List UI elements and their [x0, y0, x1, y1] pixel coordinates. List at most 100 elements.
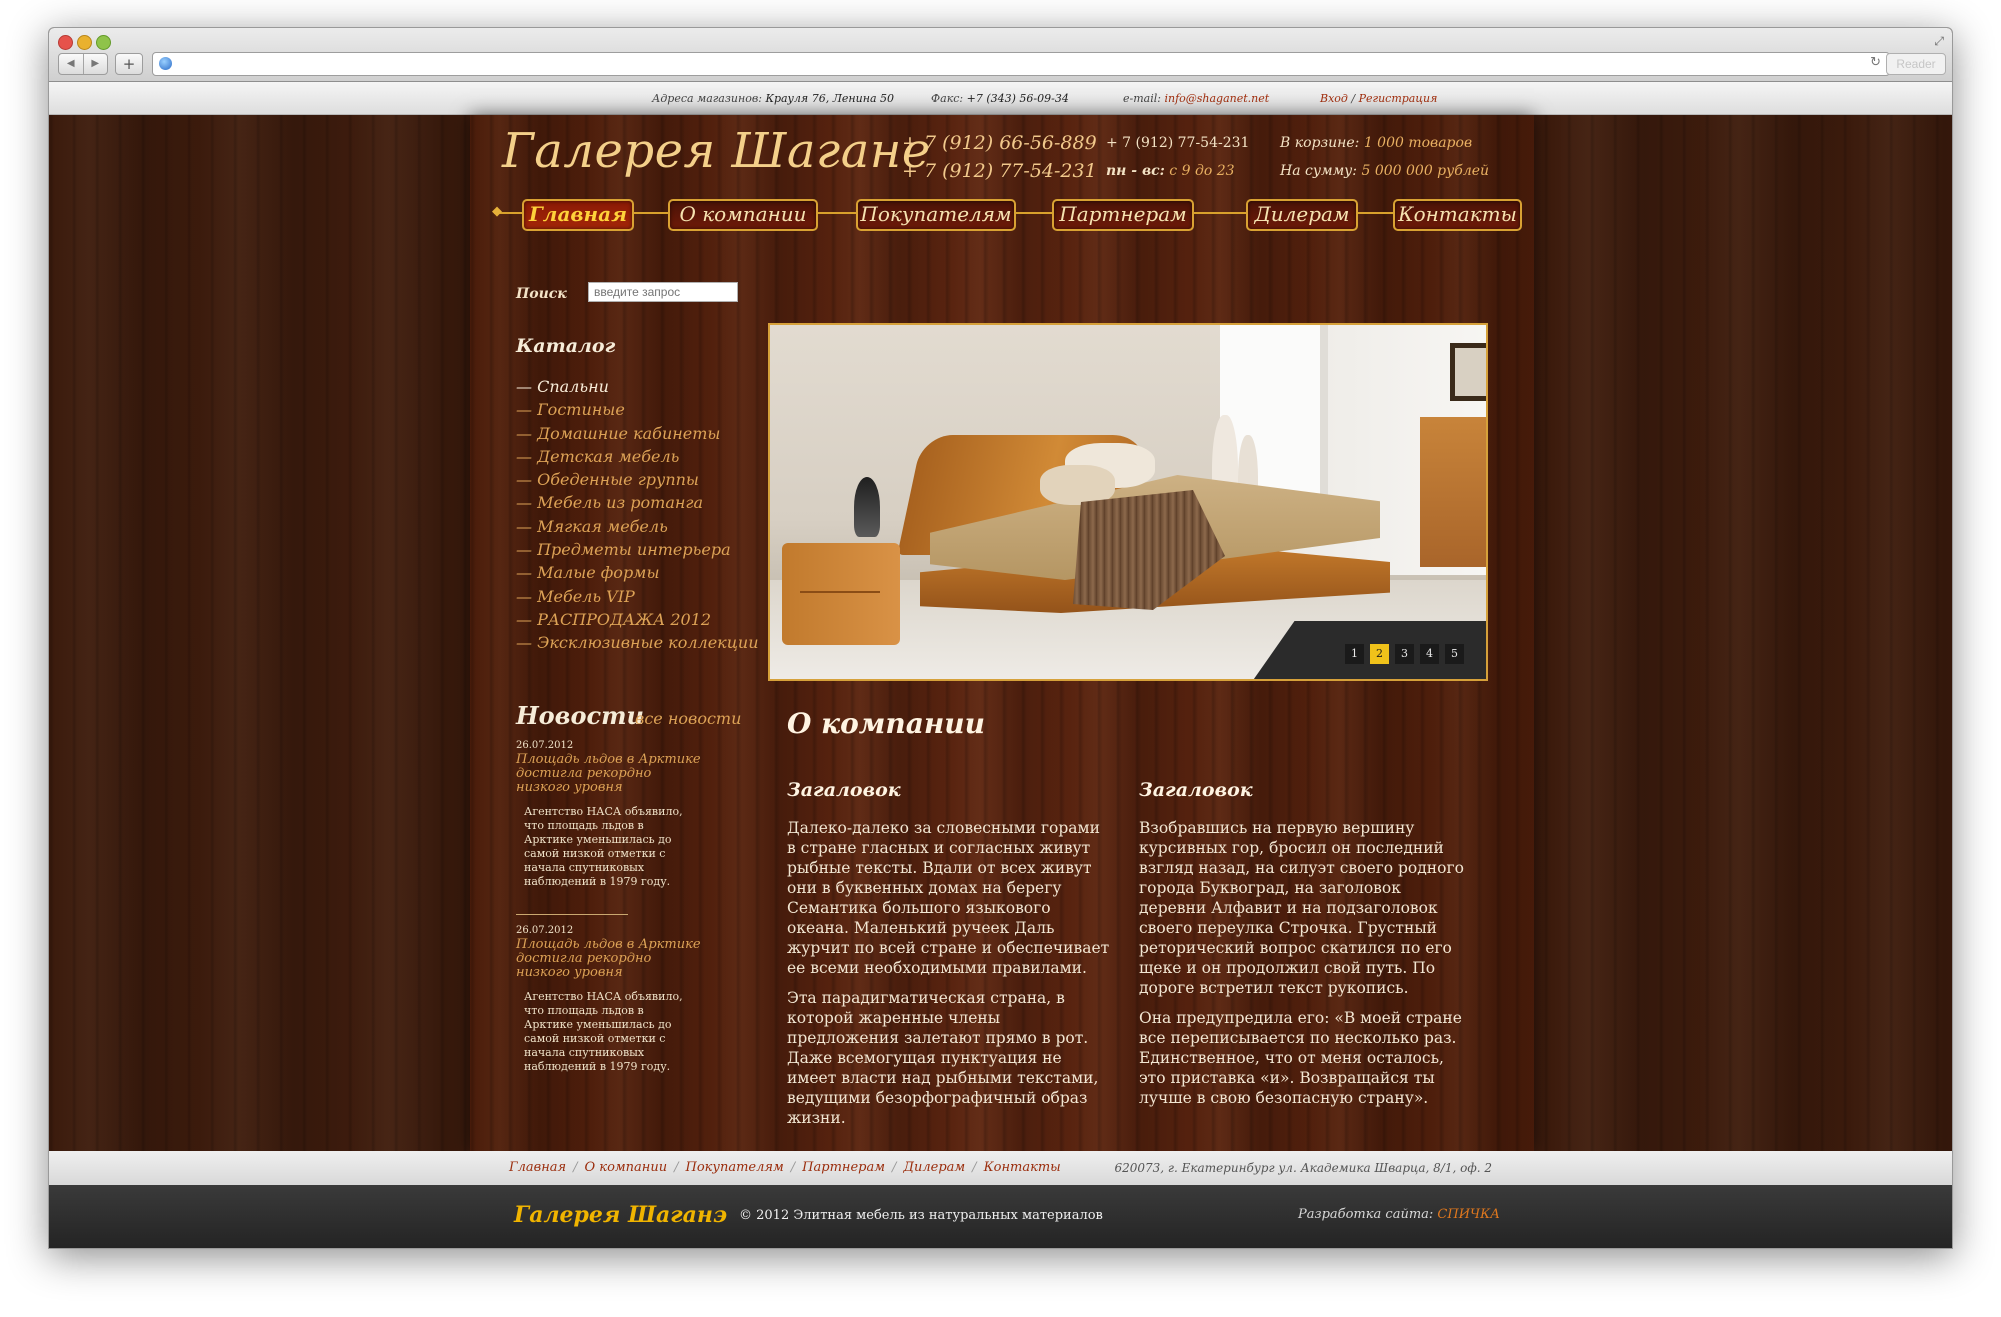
site-background: Галерея Шагане + 7 (912) 66-56-889 + 7 (…: [49, 115, 1952, 1151]
close-window-button[interactable]: [58, 35, 73, 50]
developer-link[interactable]: СПИЧКА: [1437, 1207, 1500, 1222]
auth-separator: /: [1351, 92, 1356, 105]
slider-page-5[interactable]: 5: [1445, 644, 1464, 664]
fax-value: +7 (343) 56-09-34: [966, 92, 1069, 105]
slider-page-2[interactable]: 2: [1370, 644, 1389, 664]
catalog-item-rattan[interactable]: — Мебель из ротанга: [516, 491, 759, 514]
store-address-label: Адреса магазинов:: [652, 92, 762, 105]
news-divider: [516, 914, 628, 915]
slider-page-1[interactable]: 1: [1345, 644, 1364, 664]
header-contacts: + 7 (912) 77-54-231 пн - вс: с 9 до 23: [1106, 129, 1249, 185]
footer-link-about[interactable]: О компании: [585, 1160, 668, 1175]
bedroom-slider-image[interactable]: 1 2 3 4 5: [768, 323, 1488, 681]
phone-2: + 7 (912) 77-54-231: [902, 160, 1097, 182]
search-input[interactable]: [588, 282, 738, 302]
news-item: 26.07.2012 Площадь льдов в Арктике дости…: [516, 739, 706, 889]
email: e-mail: info@shaganet.net: [1123, 92, 1269, 105]
news-title: Новости: [516, 701, 644, 730]
history-buttons: ◀ ▶: [58, 53, 108, 75]
catalog-item-exclusive[interactable]: — Эксклюзивные коллекции: [516, 631, 759, 654]
footer-copyright: © 2012 Элитная мебель из натуральных мат…: [739, 1208, 1103, 1223]
nav-about[interactable]: О компании: [668, 199, 818, 231]
catalog-item-kids[interactable]: — Детская мебель: [516, 445, 759, 468]
column-heading: Загаловок: [1139, 779, 1253, 801]
footer-separator: /: [573, 1160, 578, 1175]
news-date: 26.07.2012: [516, 925, 574, 936]
nav-partners[interactable]: Партнерам: [1052, 199, 1194, 231]
news-headline-link[interactable]: Площадь льдов в Арктике достигла рекордн…: [516, 938, 706, 980]
globe-icon: [159, 57, 172, 70]
footer-developer: Разработка сайта: СПИЧКА: [1298, 1207, 1500, 1222]
footer-link-partners[interactable]: Партнерам: [802, 1160, 885, 1175]
about-column-right: Загаловок Взобравшись на первую вершину …: [1139, 780, 1464, 1118]
address-bar[interactable]: ↻: [152, 52, 1890, 76]
slider-page-3[interactable]: 3: [1395, 644, 1414, 664]
nav-customers[interactable]: Покупателям: [856, 199, 1016, 231]
reload-icon[interactable]: ↻: [1870, 55, 1881, 70]
minimize-window-button[interactable]: [77, 35, 92, 50]
news-body: Агентство НАСА объявило, что площадь льд…: [524, 805, 683, 888]
header-phones: + 7 (912) 66-56-889 + 7 (912) 77-54-231: [902, 129, 1097, 185]
cart-count[interactable]: В корзине: 1 000 товаров: [1280, 129, 1489, 157]
catalog-item-dining[interactable]: — Обеденные группы: [516, 468, 759, 491]
site-logo[interactable]: Галерея Шагане: [502, 123, 931, 179]
auth-links: Вход / Регистрация: [1320, 92, 1437, 105]
catalog-item-vip[interactable]: — Мебель VIP: [516, 585, 759, 608]
site-footer: Галерея Шаганэ © 2012 Элитная мебель из …: [49, 1185, 1952, 1248]
maximize-window-button[interactable]: [96, 35, 111, 50]
column-heading: Загаловок: [787, 779, 901, 801]
developer-label: Разработка сайта:: [1298, 1207, 1434, 1222]
cart-value: 1 000 товаров: [1363, 135, 1473, 151]
catalog-item-interior[interactable]: — Предметы интерьера: [516, 538, 759, 561]
register-link[interactable]: Регистрация: [1359, 92, 1438, 105]
footer-nav: Главная / О компании / Покупателям / Партнерам…: [49, 1151, 1952, 1185]
nav-dealers[interactable]: Дилерам: [1246, 199, 1358, 231]
reader-button[interactable]: Reader: [1886, 53, 1946, 75]
browser-toolbar: ⤢ ◀ ▶ + ↻ Reader: [49, 28, 1952, 82]
forward-button[interactable]: ▶: [82, 54, 108, 74]
slide-dresser: [1420, 417, 1486, 567]
footer-link-home[interactable]: Главная: [509, 1160, 566, 1175]
catalog-item-small-forms[interactable]: — Малые формы: [516, 561, 759, 584]
column-paragraph: Эта парадигматическая страна, в которой …: [787, 989, 1099, 1127]
cart-label: В корзине:: [1280, 135, 1360, 151]
catalog-item-soft[interactable]: — Мягкая мебель: [516, 515, 759, 538]
nav-home[interactable]: Главная: [522, 199, 634, 231]
site-top-bar: Адреса магазинов: Крауля 76, Ленина 50 Ф…: [49, 82, 1952, 115]
footer-separator: /: [972, 1160, 977, 1175]
footer-address: 620073, г. Екатеринбург ул. Академика Шв…: [1114, 1161, 1492, 1175]
catalog-item-home-offices[interactable]: — Домашние кабинеты: [516, 422, 759, 445]
nav-contacts[interactable]: Контакты: [1393, 199, 1522, 231]
about-title: О компании: [787, 707, 986, 740]
cart-sum: На сумму: 5 000 000 рублей: [1280, 157, 1489, 185]
catalog-item-bedrooms[interactable]: — Спальни: [516, 375, 759, 398]
column-paragraph: Она предупредила его: «В моей стране все…: [1139, 1009, 1462, 1107]
fax-label: Факс:: [931, 92, 964, 105]
sum-label: На сумму:: [1280, 163, 1358, 179]
cart-summary: В корзине: 1 000 товаров На сумму: 5 000…: [1280, 129, 1489, 185]
footer-link-contacts[interactable]: Контакты: [984, 1160, 1061, 1175]
login-link[interactable]: Вход: [1320, 92, 1348, 105]
hours-value: с 9 до 23: [1169, 163, 1235, 179]
news-headline-link[interactable]: Площадь льдов в Арктике достигла рекордн…: [516, 753, 706, 795]
add-bookmark-button[interactable]: +: [115, 53, 143, 75]
email-label: e-mail:: [1123, 92, 1161, 105]
footer-logo[interactable]: Галерея Шаганэ: [514, 1202, 727, 1228]
footer-link-customers[interactable]: Покупателям: [686, 1160, 784, 1175]
back-button[interactable]: ◀: [59, 54, 83, 74]
fullscreen-icon[interactable]: ⤢: [1934, 34, 1944, 49]
catalog-list: — Спальни — Гостиные — Домашние кабинеты…: [516, 375, 759, 655]
store-address: Адреса магазинов: Крауля 76, Ленина 50: [652, 92, 894, 105]
working-hours: пн - вс: с 9 до 23: [1106, 157, 1249, 185]
email-link[interactable]: info@shaganet.net: [1164, 92, 1269, 105]
catalog-item-sale[interactable]: — РАСПРОДАЖА 2012: [516, 608, 759, 631]
column-paragraph: Взобравшись на первую вершину курсивных …: [1139, 819, 1464, 997]
catalog-item-living-rooms[interactable]: — Гостиные: [516, 398, 759, 421]
footer-link-dealers[interactable]: Дилерам: [903, 1160, 965, 1175]
about-column-left: Загаловок Далеко-далеко за словесными го…: [787, 780, 1112, 1138]
slider-page-4[interactable]: 4: [1420, 644, 1439, 664]
all-news-link[interactable]: все новости: [635, 709, 741, 728]
column-paragraph: Далеко-далеко за словесными горами в стр…: [787, 819, 1110, 977]
news-date: 26.07.2012: [516, 740, 574, 751]
slide-pillow: [1040, 465, 1115, 505]
